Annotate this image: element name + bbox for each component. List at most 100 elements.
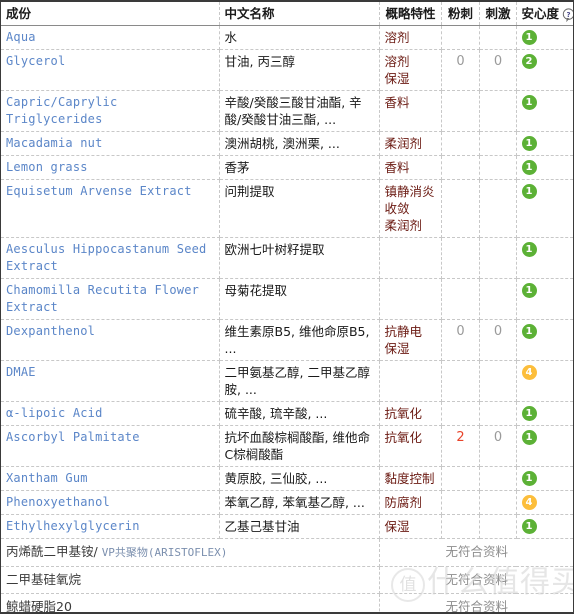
cell-chinese-name: 苯氧乙醇, 苯氧基乙醇, ...: [219, 490, 380, 515]
cell-chinese-name: 抗坏血酸棕榈酸酯, 维他命C棕榈酸酯: [219, 425, 380, 467]
ingredient-link[interactable]: Ascorbyl Palmitate: [6, 430, 140, 444]
safety-badge: 1: [521, 283, 537, 299]
table-row: α-lipoic Acid 硫辛酸, 琉辛酸, ... 抗氧化 1: [1, 401, 573, 426]
cell-chinese-name: 二甲氨基乙醇, 二甲基乙醇胺, ...: [219, 360, 380, 402]
ingredient-analysis-table-container: 成份 中文名称 概略特性 粉刺 刺激 安心度? Aqua 水溶剂 1 Glycerol…: [0, 0, 574, 614]
cell-properties: [379, 237, 442, 279]
question-mark-help-icon[interactable]: ?: [562, 7, 573, 22]
cell-unmatched-ingredient-name: 二甲基硅氧烷: [1, 566, 380, 594]
cell-safety-score: 1: [516, 237, 573, 279]
table-row: Ethylhexylglycerin 乙基己基甘油 保湿 1: [1, 514, 573, 539]
table-row: Dexpanthenol 维生素原B5, 维他命原B5, ... 抗静电 保湿 0 0 1: [1, 319, 573, 361]
ingredient-link[interactable]: Aqua: [6, 30, 36, 44]
cell-no-data-message: 无符合资料: [379, 538, 573, 567]
ingredient-link[interactable]: Glycerol: [6, 54, 65, 68]
cell-safety-score: 1: [516, 131, 573, 156]
table-row: Equisetum Arvense Extract 问荆提取 镇静消炎 收敛 柔润剂 1: [1, 179, 573, 238]
cell-properties: 溶剂: [379, 25, 442, 50]
ingredient-link[interactable]: Lemon grass: [6, 160, 88, 174]
ingredient-link[interactable]: Dexpanthenol: [6, 324, 95, 338]
safety-badge: 2: [521, 54, 537, 70]
property-tag: 抗静电: [384, 324, 423, 339]
property-tag: 保湿: [384, 71, 410, 86]
cell-ingredient-name: Glycerol: [1, 49, 220, 91]
column-header-safety-label: 安心度: [521, 6, 560, 21]
cell-safety-score: 1: [516, 425, 573, 467]
property-tag: 黏度控制: [384, 471, 435, 486]
cell-irritation-score: [479, 131, 517, 156]
cell-irritation-score: [479, 466, 517, 491]
cell-safety-score: 1: [516, 319, 573, 361]
property-tag: 保湿: [384, 519, 410, 534]
ingredient-link[interactable]: Aesculus Hippocastanum Seed Extract: [6, 242, 206, 273]
table-row: Lemon grass 香茅 香料 1: [1, 155, 573, 180]
ingredient-link[interactable]: Chamomilla Recutita Flower Extract: [6, 283, 199, 314]
cell-acne-score: [441, 514, 480, 539]
ingredient-link[interactable]: DMAE: [6, 365, 36, 379]
cell-properties: 防腐剂: [379, 490, 442, 515]
cell-acne-score: [441, 278, 480, 320]
ingredient-link[interactable]: α-lipoic Acid: [6, 406, 103, 420]
ingredient-link[interactable]: Macadamia nut: [6, 136, 103, 150]
cell-chinese-name: 香茅: [219, 155, 380, 180]
safety-badge: 1: [521, 471, 537, 487]
unmatched-name-main: 鲸蜡硬脂20: [6, 599, 72, 614]
cell-irritation-score: [479, 401, 517, 426]
cell-acne-score: [441, 131, 480, 156]
cell-safety-score: 4: [516, 360, 573, 402]
ingredient-link[interactable]: Phenoxyethanol: [6, 495, 110, 509]
safety-badge: 1: [521, 430, 537, 446]
cell-ingredient-name: Equisetum Arvense Extract: [1, 179, 220, 238]
cell-properties: 抗氧化: [379, 425, 442, 467]
cell-irritation-score: [479, 360, 517, 402]
safety-badge: 1: [521, 519, 537, 535]
cell-chinese-name: 甘油, 丙三醇: [219, 49, 380, 91]
cell-chinese-name: 母菊花提取: [219, 278, 380, 320]
cell-safety-score: 1: [516, 179, 573, 238]
property-tag: 柔润剂: [384, 218, 423, 233]
column-header-chinese-name: 中文名称: [219, 2, 380, 26]
cell-safety-score: 1: [516, 90, 573, 132]
table-header-row: 成份 中文名称 概略特性 粉刺 刺激 安心度?: [1, 2, 573, 26]
cell-acne-score: 0: [441, 49, 480, 91]
ingredient-link[interactable]: Capric/Caprylic Triglycerides: [6, 95, 117, 126]
property-tag: 香料: [384, 95, 410, 110]
cell-chinese-name: 维生素原B5, 维他命原B5, ...: [219, 319, 380, 361]
cell-safety-score: 1: [516, 401, 573, 426]
cell-ingredient-name: Ethylhexylglycerin: [1, 514, 220, 539]
cell-acne-score: 0: [441, 319, 480, 361]
table-row: Glycerol 甘油, 丙三醇 溶剂 保湿 0 0 2: [1, 49, 573, 91]
cell-irritation-score: 0: [479, 425, 517, 467]
safety-badge: 4: [521, 365, 537, 381]
cell-chinese-name: 黄原胶, 三仙胶, ...: [219, 466, 380, 491]
property-tag: 抗氧化: [384, 406, 423, 421]
table-row: Phenoxyethanol 苯氧乙醇, 苯氧基乙醇, ... 防腐剂 4: [1, 490, 573, 515]
table-body: Aqua 水溶剂 1 Glycerol 甘油, 丙三醇 溶剂 保湿 0 0 2 Capric/Cap…: [1, 25, 573, 614]
cell-chinese-name: 水: [219, 25, 380, 50]
cell-properties: 保湿: [379, 514, 442, 539]
property-tag: 收敛: [384, 201, 410, 216]
safety-badge: 1: [521, 136, 537, 152]
cell-irritation-score: [479, 514, 517, 539]
cell-chinese-name: 澳洲胡桃, 澳洲栗, ...: [219, 131, 380, 156]
ingredient-link[interactable]: Ethylhexylglycerin: [6, 519, 140, 533]
table-row: Ascorbyl Palmitate 抗坏血酸棕榈酸酯, 维他命C棕榈酸酯 抗氧化 2…: [1, 425, 573, 467]
ingredient-link[interactable]: Xantham Gum: [6, 471, 88, 485]
cell-properties: 黏度控制: [379, 466, 442, 491]
cell-properties: [379, 360, 442, 402]
cell-acne-score: [441, 179, 480, 238]
safety-badge: 4: [521, 495, 537, 511]
table-header: 成份 中文名称 概略特性 粉刺 刺激 安心度?: [1, 2, 573, 26]
cell-properties: 柔润剂: [379, 131, 442, 156]
cell-ingredient-name: Macadamia nut: [1, 131, 220, 156]
cell-properties: 抗氧化: [379, 401, 442, 426]
cell-chinese-name: 硫辛酸, 琉辛酸, ...: [219, 401, 380, 426]
cell-ingredient-name: Phenoxyethanol: [1, 490, 220, 515]
cell-acne-score: 2: [441, 425, 480, 467]
cell-acne-score: [441, 25, 480, 50]
property-tag: 香料: [384, 160, 410, 175]
cell-acne-score: [441, 155, 480, 180]
cell-acne-score: [441, 490, 480, 515]
unmatched-name-alt: VP共聚物(ARISTOFLEX): [101, 546, 228, 559]
ingredient-link[interactable]: Equisetum Arvense Extract: [6, 184, 192, 198]
